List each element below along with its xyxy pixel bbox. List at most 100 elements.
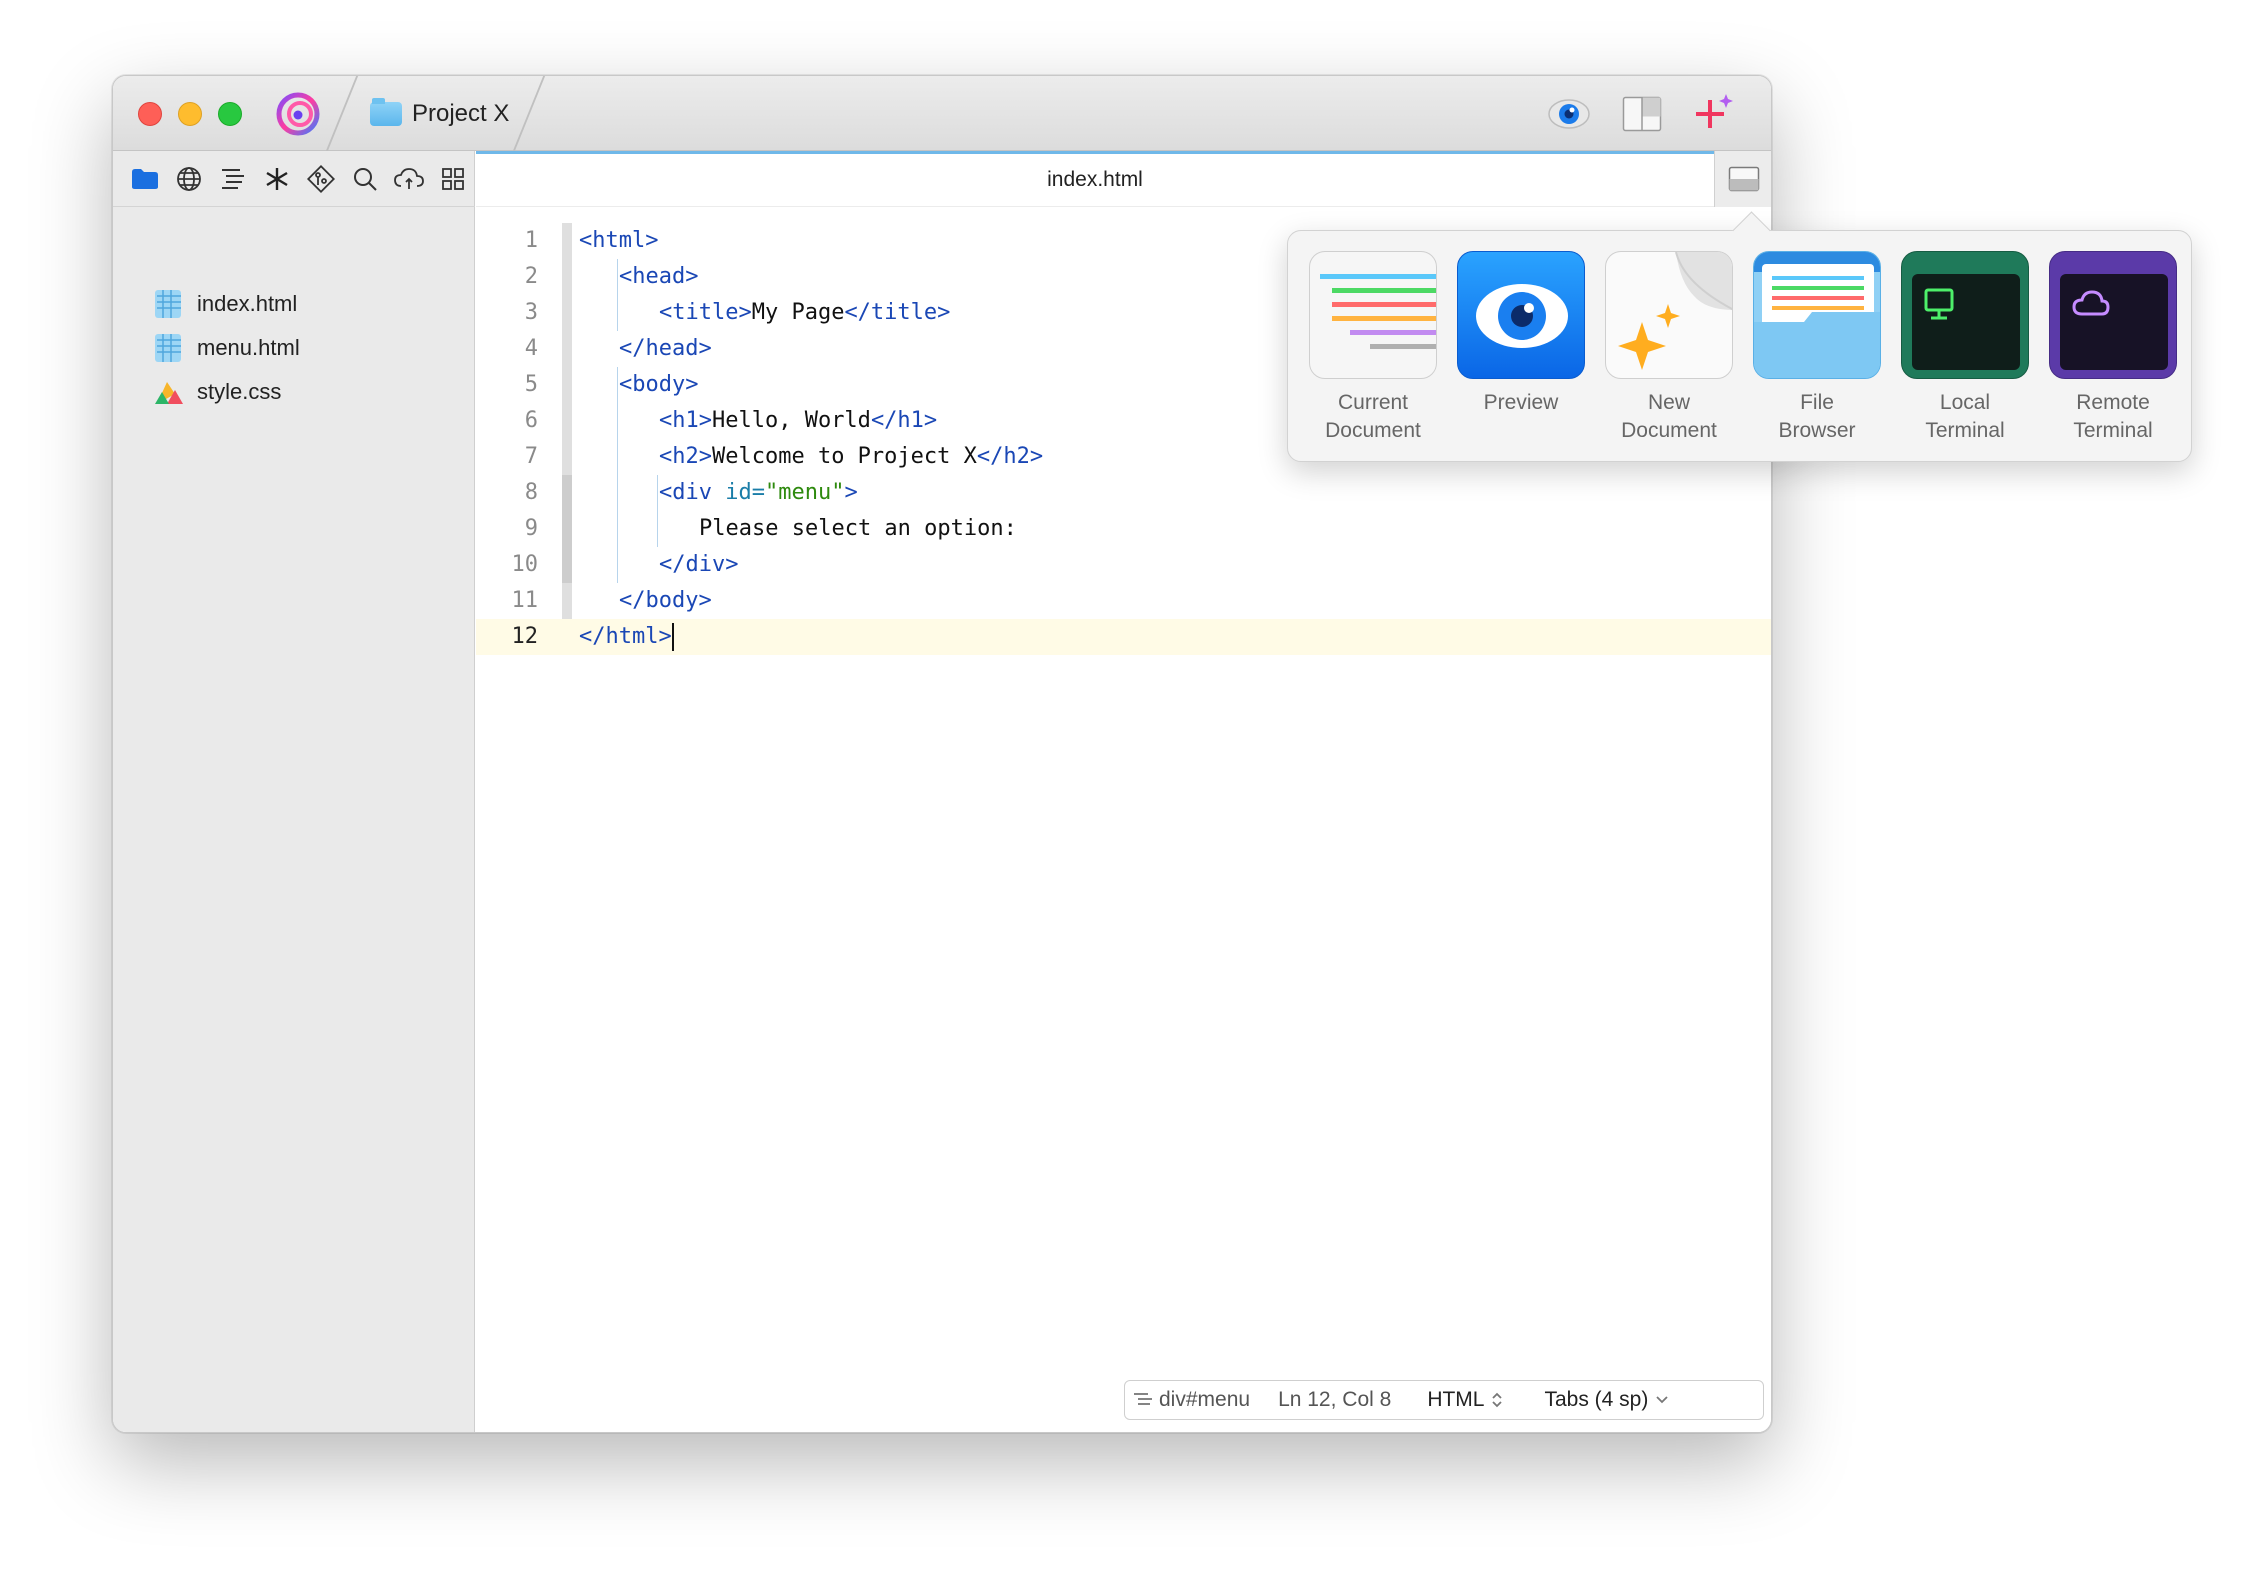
panel-icon [1728,166,1760,192]
new-panel-popover: Current Document Preview New Document Fi… [1287,230,2192,462]
popover-item-preview[interactable]: Preview [1456,251,1586,451]
code-line: 9 Please select an option: [476,511,1771,547]
code-token: <body> [619,372,699,397]
outline-tab[interactable] [211,157,255,201]
popover-item-label: Remote Terminal [2073,391,2153,442]
popover-item-label: File Browser [1778,391,1856,442]
line-number: 12 [511,624,539,649]
indent-selector[interactable]: Tabs (4 sp) [1544,1388,1670,1412]
folder-icon [370,98,402,126]
sidebar: index.html menu.html style.css [113,151,475,1432]
popover-item-label: New Document [1621,391,1717,442]
search-tab[interactable] [343,157,387,201]
app-logo-icon[interactable] [276,92,320,136]
line-number: 10 [511,552,539,577]
asterisk-icon [266,167,288,190]
globe-icon [177,166,201,191]
layout-toolbar-button[interactable] [1618,90,1666,138]
project-crumb[interactable]: Project X [370,96,509,132]
language-selector[interactable]: HTML [1427,1388,1504,1412]
close-window-button[interactable] [138,102,162,126]
popover-item-local-terminal[interactable]: Local Terminal [1900,251,2030,451]
new-item-toolbar-button[interactable] [1690,90,1738,138]
fold-marker[interactable] [562,367,572,403]
current-code-line: 12 </html> [476,619,1771,655]
fold-marker[interactable] [562,259,572,295]
code-token: My Page [751,300,845,325]
popover-item-new-document[interactable]: New Document [1604,251,1734,451]
web-tab[interactable] [167,157,211,201]
clips-tab[interactable] [431,157,475,201]
line-number: 6 [524,408,538,433]
popover-item-current-document[interactable]: Current Document [1308,251,1438,451]
minimize-window-button[interactable] [178,102,202,126]
cloud-sync-icon [394,167,424,189]
css-file-icon [155,382,183,404]
symbols-tab[interactable] [255,157,299,201]
line-number: 5 [524,372,538,397]
text-caret [671,623,674,651]
code-token: Please select an option: [699,516,1017,541]
code-line: 8 <div id="menu"> [476,475,1771,511]
git-tab[interactable] [299,157,343,201]
local-terminal-icon [1901,251,2029,379]
fold-marker [562,583,572,619]
remote-terminal-icon [2049,251,2177,379]
popover-item-file-browser[interactable]: File Browser [1752,251,1882,451]
html-file-icon [155,290,181,318]
file-browser-icon [1753,251,1881,379]
outline-icon [222,168,244,189]
line-number: 7 [524,444,538,469]
fold-marker [562,403,572,439]
line-number: 11 [511,588,539,613]
new-document-icon [1605,251,1733,379]
file-item-index[interactable]: index.html [153,284,297,324]
files-tab[interactable] [123,157,167,201]
layout-icon [1622,96,1662,132]
path-separator [325,76,359,151]
popover-item-remote-terminal[interactable]: Remote Terminal [2048,251,2178,451]
code-token: <div [659,480,726,505]
current-document-icon [1309,251,1437,379]
preview-toolbar-button[interactable] [1545,90,1593,138]
sparkle-plus-icon [1696,94,1733,128]
panel-toggle-button[interactable] [1714,151,1771,207]
file-item-menu[interactable]: menu.html [153,328,300,368]
fold-marker [562,331,572,367]
code-token: id= [725,480,765,505]
code-token: <head> [619,264,699,289]
remote-tab[interactable] [387,157,431,201]
code-token: </h2> [976,444,1044,469]
fold-marker[interactable] [562,475,572,511]
symbol-breadcrumb[interactable]: div#menu [1133,1388,1250,1412]
file-item-style[interactable]: style.css [153,372,281,412]
folder-icon [132,168,158,189]
fold-marker [562,295,572,331]
symbol-label: div#menu [1159,1388,1251,1411]
cursor-position[interactable]: Ln 12, Col 8 [1278,1388,1391,1412]
preview-eye-icon [1457,251,1585,379]
title-bar: Project X [113,76,1771,151]
popover-item-label: Local Terminal [1925,391,2005,442]
language-label: HTML [1427,1388,1485,1411]
code-token: </head> [619,336,712,361]
search-icon [354,167,377,191]
line-number: 4 [524,336,538,361]
zoom-window-button[interactable] [218,102,242,126]
tab-title: index.html [1047,168,1143,191]
fold-marker[interactable] [562,223,572,259]
document-tab[interactable]: index.html [476,151,1714,207]
line-number: 3 [524,300,538,325]
line-number: 9 [524,516,538,541]
eye-icon [1548,99,1590,129]
status-bar: div#menu Ln 12, Col 8 HTML Tabs (4 sp) [1124,1380,1764,1420]
fold-marker [562,511,572,547]
code-token: </title> [844,300,951,325]
grid-icon [442,167,464,190]
git-icon [307,164,335,193]
sidebar-toolbar [113,151,475,207]
file-name: style.css [197,379,282,404]
line-number: 1 [524,228,538,253]
popover-item-label: Preview [1483,391,1559,414]
fold-marker [562,439,572,475]
